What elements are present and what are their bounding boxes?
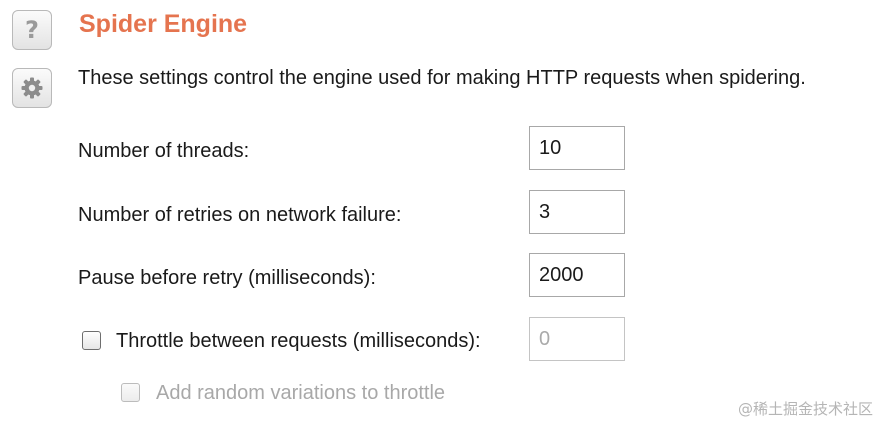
watermark: @稀土掘金技术社区 — [737, 400, 873, 418]
pause-input[interactable] — [529, 253, 625, 297]
section-description: These settings control the engine used f… — [78, 67, 806, 89]
gear-icon — [21, 77, 43, 99]
throttle-label[interactable]: Throttle between requests (milliseconds)… — [116, 328, 481, 354]
pause-label: Pause before retry (milliseconds): — [78, 267, 376, 289]
help-icon: ? — [25, 16, 39, 44]
threads-input[interactable] — [529, 126, 625, 170]
section-title: Spider Engine — [79, 10, 248, 38]
help-button[interactable]: ? — [12, 10, 52, 50]
throttle-checkbox[interactable] — [82, 331, 101, 350]
retries-label: Number of retries on network failure: — [78, 204, 402, 226]
retries-input[interactable] — [529, 190, 625, 234]
settings-button[interactable] — [12, 68, 52, 108]
threads-label: Number of threads: — [78, 140, 250, 162]
random-variations-label[interactable]: Add random variations to throttle — [156, 380, 445, 406]
random-variations-checkbox[interactable] — [121, 383, 140, 402]
throttle-input[interactable] — [529, 317, 625, 361]
